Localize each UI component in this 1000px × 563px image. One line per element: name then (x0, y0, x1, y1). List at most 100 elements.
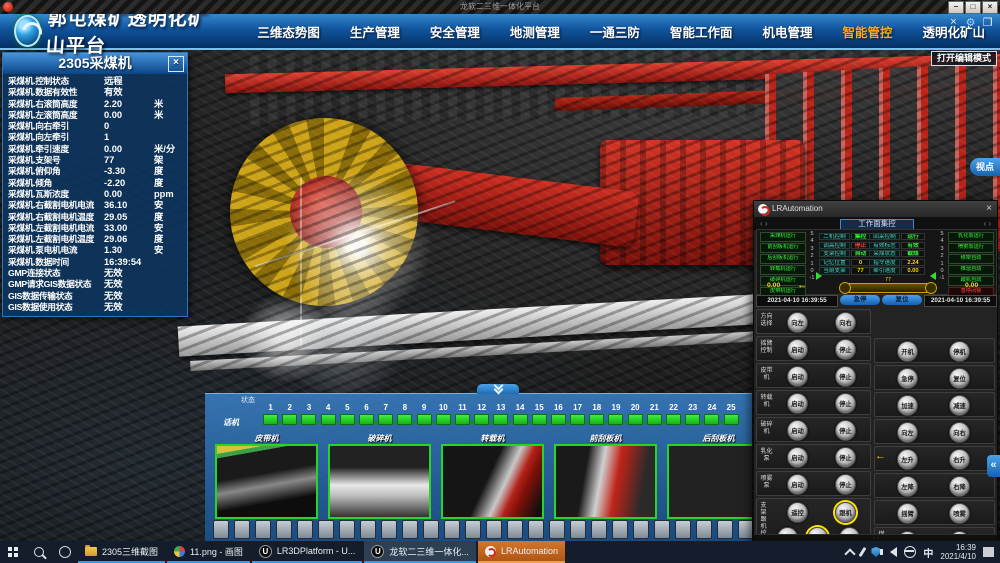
film-thumb[interactable] (549, 520, 565, 539)
clock[interactable]: 16:39 2021/4/10 (940, 543, 976, 561)
control-button[interactable]: 左降 (897, 476, 918, 497)
film-thumb[interactable] (738, 520, 752, 539)
control-button[interactable]: 加速 (897, 395, 918, 416)
taskbar-app[interactable]: LR3DPlatform - U... (252, 541, 363, 563)
security-shield-icon[interactable] (871, 547, 880, 557)
control-button[interactable]: 启动 (787, 447, 808, 468)
tab-scroll-left-icon[interactable]: ‹ › (760, 219, 768, 228)
camera-thumbnail[interactable]: 前刮板机 (554, 433, 657, 519)
control-button[interactable]: 向右 (949, 422, 970, 443)
camera-thumbnail[interactable]: 后刮板机 (667, 433, 752, 519)
search-button[interactable] (26, 541, 52, 563)
film-thumb[interactable] (633, 520, 649, 539)
collapse-right-tab[interactable]: « (987, 455, 1000, 477)
panel-close-icon[interactable]: × (168, 56, 184, 72)
estop-pill-button[interactable]: 急停 (840, 295, 880, 305)
camera-thumbnail[interactable]: 转载机 (441, 433, 544, 519)
film-thumb[interactable] (591, 520, 607, 539)
control-button[interactable]: 遥控 (787, 502, 808, 523)
viewpoint-tab[interactable]: 视点 (970, 158, 1000, 176)
film-thumb[interactable] (255, 520, 271, 539)
film-thumb[interactable] (444, 520, 460, 539)
settings-gear-icon[interactable]: ⚙ (964, 16, 977, 29)
cortana-button[interactable] (52, 541, 78, 563)
tab-scroll-right-icon[interactable]: ‹ › (983, 219, 991, 228)
film-thumb[interactable] (465, 520, 481, 539)
start-button[interactable] (0, 541, 26, 563)
film-thumb[interactable] (423, 520, 439, 539)
control-button[interactable]: 停止 (835, 447, 856, 468)
control-button[interactable]: 停机 (949, 341, 970, 362)
film-thumb[interactable] (381, 520, 397, 539)
film-thumb[interactable] (717, 520, 733, 539)
control-button[interactable]: 启动 (787, 339, 808, 360)
film-thumb[interactable] (339, 520, 355, 539)
pen-icon[interactable] (859, 547, 867, 557)
film-thumb[interactable] (696, 520, 712, 539)
film-thumb[interactable] (612, 520, 628, 539)
control-button[interactable]: 启动 (787, 366, 808, 387)
nav-item[interactable]: 一通三防 (590, 22, 640, 41)
control-button[interactable]: 启动 (787, 393, 808, 414)
taskbar-app[interactable]: 2305三维截图 (78, 541, 165, 563)
film-thumb[interactable] (486, 520, 502, 539)
control-button[interactable]: 左升 (897, 449, 918, 470)
taskbar-app[interactable]: LRAutomation (478, 541, 565, 563)
film-thumb[interactable] (213, 520, 229, 539)
automation-title-bar[interactable]: LRAutomation × (754, 201, 997, 218)
control-button[interactable]: 减速 (949, 395, 970, 416)
control-button[interactable]: 复位 (949, 368, 970, 389)
film-thumb[interactable] (402, 520, 418, 539)
nav-item[interactable]: 机电管理 (762, 22, 812, 41)
camera-thumbnail[interactable]: 破碎机 (328, 433, 431, 519)
taskbar-app[interactable]: 龙软二三维一体化... (364, 541, 476, 563)
control-button[interactable]: 停止 (835, 393, 856, 414)
nav-item[interactable]: 地测管理 (510, 22, 560, 41)
restore-icon[interactable]: ❐ (981, 16, 994, 29)
minimize-button[interactable]: – (948, 1, 964, 14)
camera-thumbnail[interactable]: 皮带机 (215, 433, 318, 519)
automation-close-icon[interactable]: × (986, 203, 992, 214)
control-button[interactable]: 停止 (835, 420, 856, 441)
ime-indicator[interactable]: 中 (923, 545, 933, 560)
control-button[interactable]: 停止 (835, 474, 856, 495)
tools-icon[interactable]: × (947, 16, 960, 29)
taskbar-app[interactable]: 11.png - 画图 (167, 541, 250, 563)
control-button[interactable]: 开机 (897, 341, 918, 362)
film-thumb[interactable] (360, 520, 376, 539)
control-button[interactable]: 喷雾 (949, 503, 970, 524)
film-thumb[interactable] (654, 520, 670, 539)
volume-icon[interactable] (890, 547, 897, 557)
control-button[interactable]: 启动 (787, 474, 808, 495)
film-thumb[interactable] (276, 520, 292, 539)
control-button[interactable]: 右降 (949, 476, 970, 497)
film-thumb[interactable] (528, 520, 544, 539)
film-thumb[interactable] (507, 520, 523, 539)
control-button[interactable]: 停止 (835, 339, 856, 360)
control-button[interactable]: 急停 (897, 368, 918, 389)
notification-center-icon[interactable] (983, 547, 994, 557)
control-button[interactable]: 向左 (897, 422, 918, 443)
tray-expand-icon[interactable] (845, 548, 856, 559)
film-thumb[interactable] (570, 520, 586, 539)
film-thumb[interactable] (234, 520, 250, 539)
control-button[interactable]: 向右 (835, 312, 856, 333)
reset-pill-button[interactable]: 复位 (882, 295, 922, 305)
control-button[interactable]: 摇臂 (897, 503, 918, 524)
nav-item[interactable]: 智能工作面 (670, 22, 733, 41)
film-thumb[interactable] (318, 520, 334, 539)
open-edit-mode-button[interactable]: 打开编辑模式 (931, 51, 997, 66)
maximize-button[interactable]: □ (965, 1, 981, 14)
control-button[interactable]: 停止 (835, 366, 856, 387)
nav-item[interactable]: 智能管控 (842, 22, 892, 41)
nav-item[interactable]: 生产管理 (350, 22, 400, 41)
nav-item[interactable]: 三维态势图 (257, 22, 320, 41)
nav-item[interactable]: 安全管理 (430, 22, 480, 41)
film-thumb[interactable] (297, 520, 313, 539)
collapse-down-tab[interactable] (477, 384, 519, 394)
close-button[interactable]: × (982, 1, 998, 14)
film-thumb[interactable] (675, 520, 691, 539)
control-button[interactable]: 右升 (949, 449, 970, 470)
control-button[interactable]: 向左 (787, 312, 808, 333)
network-icon[interactable] (904, 546, 916, 558)
